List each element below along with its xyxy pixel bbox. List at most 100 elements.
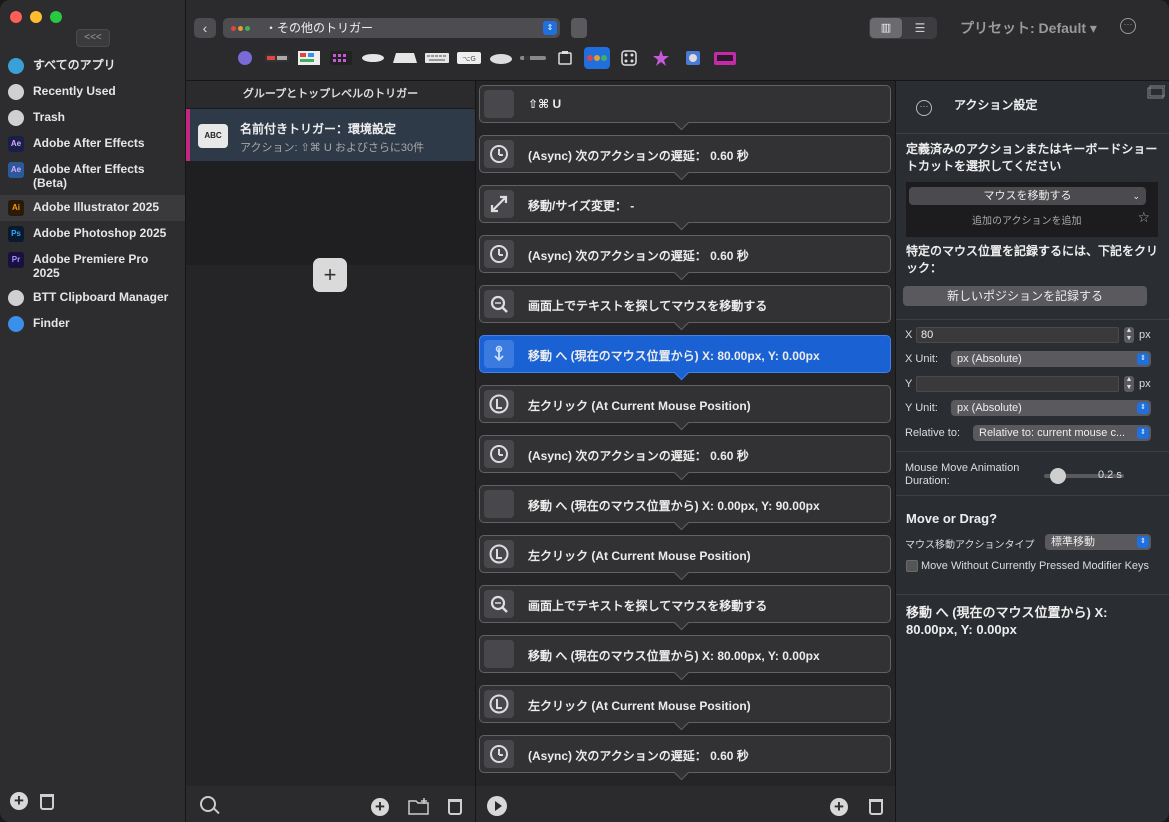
group-select-label: ・その他のトリガー (265, 21, 374, 35)
mouse-move-icon (484, 340, 514, 368)
midi-category-icon[interactable] (680, 47, 706, 69)
relative-to-select[interactable]: Relative to: current mouse c... ⇕ (973, 425, 1151, 441)
move-without-modifier-checkbox[interactable] (906, 560, 918, 572)
mouse-category-icon[interactable] (488, 47, 514, 69)
column-view-icon[interactable]: ▥ (870, 18, 902, 38)
sidebar-app-item[interactable]: BTT Clipboard Manager (0, 285, 185, 311)
minimize-window-button[interactable] (30, 11, 42, 23)
action-item[interactable]: (Async) 次のアクションの遅延： 0.60 秒 (479, 135, 891, 173)
animation-duration-label: Mouse Move Animation Duration: (905, 462, 1020, 487)
preset-select[interactable]: プリセット: Default ▾ (960, 18, 1097, 38)
y-stepper[interactable]: ▲ ▼ (1124, 376, 1134, 392)
action-item[interactable]: 左クリック (At Current Mouse Position) (479, 685, 891, 723)
keyboard-shortcut-category-icon[interactable] (296, 47, 322, 69)
chevron-updown-icon: ⇕ (1137, 353, 1149, 365)
x-input[interactable]: 80 (916, 327, 1119, 343)
action-label: 画面上でテキストを探してマウスを移動する (528, 299, 768, 313)
sidebar-app-item[interactable]: Ai Adobe Illustrator 2025 (0, 195, 185, 221)
delete-app-button[interactable] (40, 794, 54, 810)
sidebar-app-item[interactable]: Pr Adobe Premiere Pro 2025 (0, 247, 185, 285)
group-select[interactable]: ・その他のトリガー ⇕ (223, 18, 560, 38)
sidebar-app-item[interactable]: Trash (0, 105, 185, 131)
trigger-category-bar: ⌥G (232, 47, 738, 69)
sidebar-app-item[interactable]: Recently Used (0, 79, 185, 105)
back-button[interactable]: ‹ (194, 18, 216, 38)
sidebar-app-item[interactable]: Finder (0, 311, 185, 337)
y-unit-select[interactable]: px (Absolute) ⇕ (951, 400, 1151, 416)
add-folder-icon[interactable] (408, 797, 430, 815)
clipboard-category-icon[interactable] (552, 47, 578, 69)
view-toggle[interactable]: ▥ ☰ (869, 17, 937, 39)
action-item[interactable]: 左クリック (At Current Mouse Position) (479, 535, 891, 573)
list-view-icon[interactable]: ☰ (904, 18, 936, 38)
action-settings-panel: ··· アクション設定 定義済みのアクションまたはキーボードショートカットを選択… (896, 81, 1169, 822)
named-trigger-icon: ABC (198, 124, 228, 148)
y-input[interactable] (916, 376, 1119, 392)
x-unit-label: X Unit: (905, 353, 939, 365)
action-item[interactable]: ⇧⌘ U (479, 85, 891, 123)
action-label: 左クリック (At Current Mouse Position) (528, 399, 751, 413)
action-item[interactable]: (Async) 次のアクションの遅延： 0.60 秒 (479, 435, 891, 473)
other-triggers-category-icon[interactable] (584, 47, 610, 69)
magic-mouse-category-icon[interactable] (360, 47, 386, 69)
action-item[interactable]: 移動 へ (現在のマウス位置から) X: 0.00px, Y: 90.00px (479, 485, 891, 523)
keyboard-category-icon[interactable] (424, 47, 450, 69)
close-window-button[interactable] (10, 11, 22, 23)
add-additional-action-link[interactable]: 追加のアクションを追加 (972, 212, 1082, 227)
relative-to-value: Relative to: current mouse c... (979, 427, 1126, 439)
trackpad-device-category-icon[interactable] (392, 47, 418, 69)
ae-beta-icon: Ae (8, 162, 24, 178)
app-window: <<< すべてのアプリ Recently Used Trash Ae Adobe Aft… (0, 0, 1169, 822)
sidebar-app-label: Adobe Premiere Pro 2025 (33, 252, 149, 280)
move-type-select[interactable]: 標準移動 ⇕ (1045, 534, 1151, 550)
ellipsis-icon[interactable]: ··· (916, 100, 932, 116)
remote-category-icon[interactable]: ⌥G (456, 47, 482, 69)
star-icon[interactable]: ☆ (1137, 209, 1150, 226)
actions-bottom-bar: + (476, 786, 895, 822)
floating-menu-category-icon[interactable] (712, 47, 738, 69)
touchbar-category-icon[interactable] (264, 47, 290, 69)
add-app-button[interactable]: + (10, 792, 28, 810)
collapse-sidebar-button[interactable]: <<< (76, 29, 110, 47)
action-label: 左クリック (At Current Mouse Position) (528, 699, 751, 713)
add-trigger-small-button[interactable]: + (371, 798, 389, 816)
action-item[interactable]: 移動 へ (現在のマウス位置から) X: 80.00px, Y: 0.00px (479, 335, 891, 373)
trigger-item[interactable]: ABC 名前付きトリガー：環境設定 アクション: ⇧⌘ U およびさらに30件 (186, 109, 475, 162)
action-item[interactable]: 移動 へ (現在のマウス位置から) X: 80.00px, Y: 0.00px (479, 635, 891, 673)
group-options-button[interactable] (571, 18, 587, 38)
trackpad-category-icon[interactable] (232, 47, 258, 69)
action-summary: 移動 へ (現在のマウス位置から) X: 80.00px, Y: 0.00px (906, 605, 1108, 637)
action-item[interactable]: 移動/サイズ変更： - (479, 185, 891, 223)
gesture-category-icon[interactable] (648, 47, 674, 69)
x-unit-select[interactable]: px (Absolute) ⇕ (951, 351, 1151, 367)
sidebar-app-item[interactable]: すべてのアプリ (0, 53, 185, 79)
add-trigger-button[interactable]: + (313, 258, 347, 292)
drawings-category-icon[interactable] (616, 47, 642, 69)
window-icon[interactable] (1147, 85, 1165, 99)
streamdeck-category-icon[interactable] (328, 47, 354, 69)
trigger-subtitle: アクション: ⇧⌘ U およびさらに30件 (240, 142, 425, 154)
sidebar-app-item[interactable]: Ae Adobe After Effects (0, 131, 185, 157)
delete-action-button[interactable] (869, 799, 883, 815)
run-actions-button[interactable] (487, 796, 507, 816)
add-action-button[interactable]: + (830, 798, 848, 816)
action-item[interactable]: (Async) 次のアクションの遅延： 0.60 秒 (479, 735, 891, 773)
sidebar-app-item[interactable]: Ps Adobe Photoshop 2025 (0, 221, 185, 247)
slider-knob[interactable] (1050, 468, 1066, 484)
action-item[interactable]: 左クリック (At Current Mouse Position) (479, 385, 891, 423)
x-label: X (905, 329, 913, 341)
action-item[interactable]: 画面上でテキストを探してマウスを移動する (479, 585, 891, 623)
siri-remote-category-icon[interactable] (520, 47, 546, 69)
action-type-select[interactable]: マウスを移動する ⌄ (909, 187, 1146, 205)
action-label: ⇧⌘ U (528, 97, 562, 111)
x-stepper[interactable]: ▲ ▼ (1124, 327, 1134, 343)
record-position-button[interactable]: 新しいポジションを記録する (903, 286, 1147, 306)
sidebar-app-item[interactable]: Ae Adobe After Effects (Beta) (0, 157, 185, 195)
search-icon[interactable] (200, 796, 216, 812)
zoom-window-button[interactable] (50, 11, 62, 23)
settings-header: ··· アクション設定 (896, 81, 1169, 133)
action-item[interactable]: (Async) 次のアクションの遅延： 0.60 秒 (479, 235, 891, 273)
ellipsis-icon[interactable]: ··· (1120, 18, 1136, 34)
action-item[interactable]: 画面上でテキストを探してマウスを移動する (479, 285, 891, 323)
delete-trigger-button[interactable] (448, 799, 462, 815)
